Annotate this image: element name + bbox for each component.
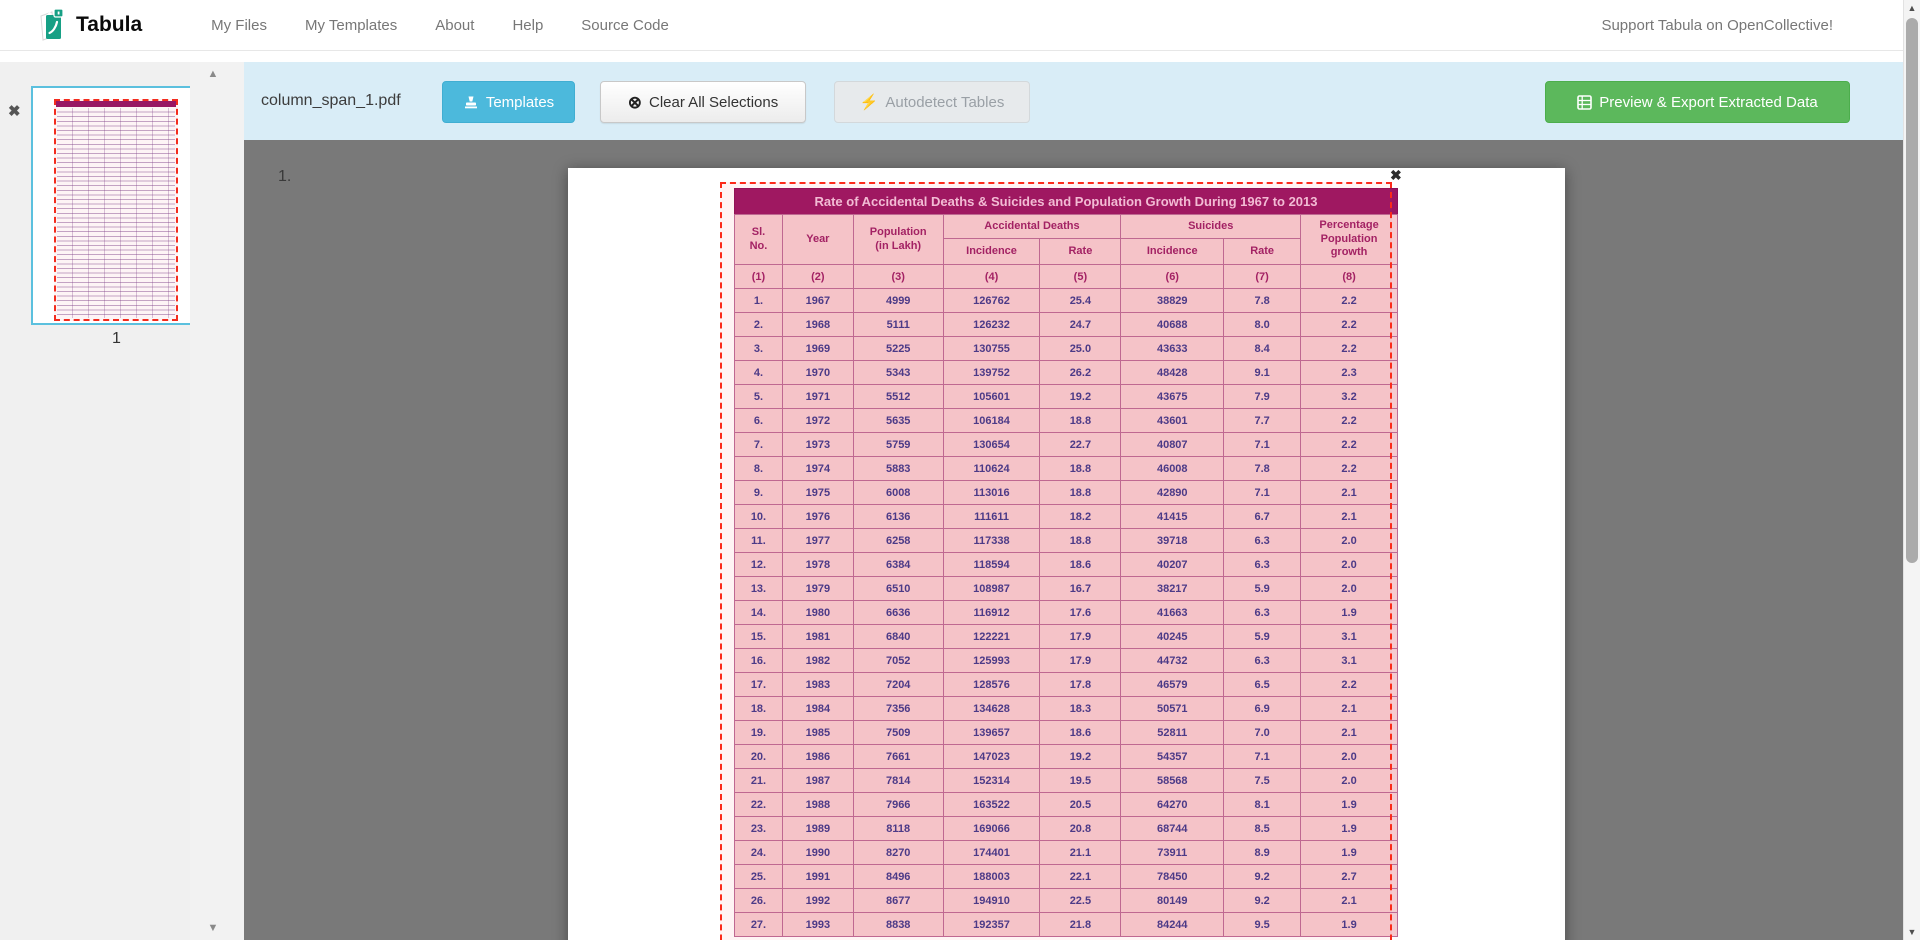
templates-button[interactable]: Templates bbox=[442, 81, 575, 123]
nav-item-source-code[interactable]: Source Code bbox=[581, 0, 669, 51]
autodetect-label: Autodetect Tables bbox=[885, 94, 1004, 111]
nav-item-about[interactable]: About bbox=[435, 0, 474, 51]
sidebar-scrollbar[interactable]: ▲ ▼ bbox=[190, 62, 244, 940]
page-annotation: 1. bbox=[278, 168, 291, 186]
stamp-icon bbox=[463, 95, 479, 110]
clear-selections-icon: ⊗ bbox=[628, 94, 642, 111]
thumbnail-table-grid bbox=[57, 108, 175, 318]
page-thumbnail-sidebar: ✖ 1 ▲ ▼ bbox=[0, 62, 244, 940]
remove-page-icon[interactable]: ✖ bbox=[8, 102, 21, 120]
brand[interactable]: Tabula bbox=[37, 7, 142, 43]
top-navbar: Tabula My Files My Templates About Help … bbox=[0, 0, 1903, 51]
document-viewport[interactable]: 1. Rate of Accidental Deaths & Suicides … bbox=[244, 140, 1903, 940]
scroll-down-icon[interactable]: ▼ bbox=[1904, 927, 1920, 937]
preview-export-button[interactable]: Preview & Export Extracted Data bbox=[1545, 81, 1850, 123]
table-selection-box[interactable] bbox=[720, 182, 1392, 940]
page-thumbnail[interactable] bbox=[31, 86, 202, 325]
document-filename: column_span_1.pdf bbox=[261, 62, 401, 140]
main-scrollbar[interactable]: ▲ ▼ bbox=[1903, 0, 1920, 940]
support-link[interactable]: Support Tabula on OpenCollective! bbox=[1601, 17, 1903, 34]
lightning-bolt-icon: ⚡ bbox=[860, 95, 879, 110]
toolbar: column_span_1.pdf Templates ⊗ Clear All … bbox=[244, 62, 1903, 140]
sidebar-scroll-up-icon[interactable]: ▲ bbox=[190, 68, 236, 80]
scroll-up-icon[interactable]: ▲ bbox=[1904, 3, 1920, 13]
nav-links: My Files My Templates About Help Source … bbox=[211, 0, 669, 51]
autodetect-tables-button[interactable]: ⚡ Autodetect Tables bbox=[834, 81, 1030, 123]
brand-title[interactable]: Tabula bbox=[76, 13, 142, 37]
tabula-logo-icon bbox=[37, 7, 67, 43]
preview-export-label: Preview & Export Extracted Data bbox=[1599, 94, 1817, 111]
table-list-icon bbox=[1577, 95, 1592, 110]
nav-item-my-files[interactable]: My Files bbox=[211, 0, 267, 51]
nav-item-help[interactable]: Help bbox=[512, 0, 543, 51]
selection-close-icon[interactable]: ✖ bbox=[1390, 168, 1402, 182]
templates-button-label: Templates bbox=[486, 94, 554, 111]
thumbnail-selection-box bbox=[54, 99, 178, 321]
thumbnail-table-titlebar bbox=[56, 101, 176, 107]
sidebar-scroll-down-icon[interactable]: ▼ bbox=[190, 922, 236, 934]
clear-selections-label: Clear All Selections bbox=[649, 94, 778, 111]
nav-item-my-templates[interactable]: My Templates bbox=[305, 0, 397, 51]
scrollbar-thumb[interactable] bbox=[1906, 18, 1918, 563]
clear-all-selections-button[interactable]: ⊗ Clear All Selections bbox=[600, 81, 806, 123]
pdf-page[interactable]: Rate of Accidental Deaths & Suicides and… bbox=[568, 168, 1565, 940]
thumbnail-page-number: 1 bbox=[31, 330, 202, 348]
